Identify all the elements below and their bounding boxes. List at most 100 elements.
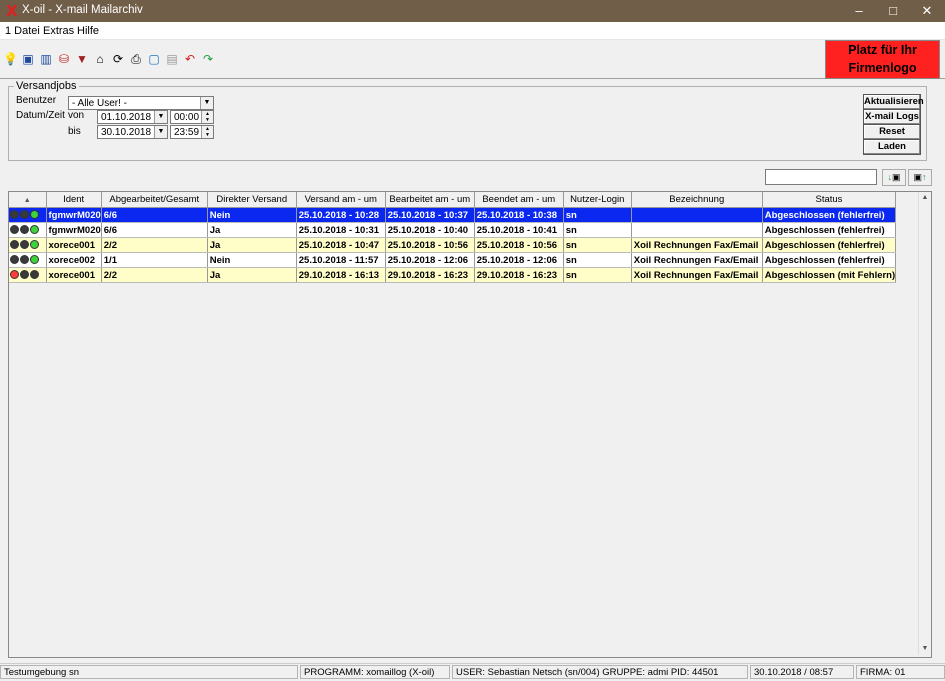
menu-extras[interactable]: Extras bbox=[43, 25, 74, 37]
table-cell: Abgeschlossen (fehlerfrei) bbox=[762, 237, 897, 253]
chevron-down-icon[interactable]: ▼ bbox=[154, 126, 167, 138]
status-env: Testumgebung sn bbox=[0, 665, 298, 679]
status-program: PROGRAMM: xomaillog (X-oil) bbox=[300, 665, 450, 679]
light-dot bbox=[10, 255, 19, 265]
group-title: Versandjobs bbox=[14, 80, 79, 92]
find-next-button[interactable]: ↓▣ bbox=[882, 169, 906, 186]
comment-icon[interactable]: ▣ bbox=[21, 52, 35, 66]
app-logo-icon: X bbox=[6, 2, 18, 20]
maximize-button[interactable]: □ bbox=[876, 0, 910, 22]
from-label: von bbox=[68, 110, 85, 121]
table-cell: 25.10.2018 - 10:38 bbox=[474, 207, 564, 223]
save-icon[interactable]: ▤ bbox=[165, 52, 179, 66]
table-row[interactable]: fgmwrM020 6/6 Nein 25.10.2018 - 10:28 25.10.… bbox=[9, 207, 897, 223]
refresh-button[interactable]: Aktualisieren bbox=[863, 94, 924, 110]
table-cell: 25.10.2018 - 10:28 bbox=[296, 207, 386, 223]
to-date-field[interactable]: 30.10.2018 ▼ bbox=[97, 125, 168, 139]
column-header[interactable]: Status bbox=[762, 192, 897, 208]
table-row[interactable]: xorece001 2/2 Ja 25.10.2018 - 10:47 25.10.20… bbox=[9, 237, 897, 253]
user-select-value: - Alle User! - bbox=[72, 98, 128, 109]
window-title: X-oil - X-mail Mailarchiv bbox=[22, 4, 143, 16]
table-cell: 25.10.2018 - 10:56 bbox=[385, 237, 475, 253]
table-cell: sn bbox=[563, 267, 632, 283]
from-date-field[interactable]: 01.10.2018 ▼ bbox=[97, 110, 168, 124]
sync-icon[interactable]: ⟳ bbox=[111, 52, 125, 66]
light-dot bbox=[20, 225, 29, 235]
table-cell: fgmwrM020 bbox=[46, 222, 102, 238]
column-header[interactable]: Ident bbox=[46, 192, 102, 208]
logo-line-2: Firmenlogo bbox=[848, 61, 917, 75]
search-input[interactable] bbox=[765, 169, 877, 185]
from-time-field[interactable]: 00:00 ▲ ▼ bbox=[170, 110, 214, 124]
to-time-field[interactable]: 23:59 ▲ ▼ bbox=[170, 125, 214, 139]
light-dot bbox=[10, 240, 19, 250]
chevron-down-icon[interactable]: ▼ bbox=[200, 97, 213, 109]
title-bar: X X-oil - X-mail Mailarchiv – □ ✕ bbox=[0, 0, 945, 22]
table-row[interactable]: xorece002 1/1 Nein 25.10.2018 - 11:57 25.10.… bbox=[9, 252, 897, 268]
lightbulb-icon[interactable]: 💡 bbox=[3, 52, 18, 66]
status-firma: FIRMA: 01 bbox=[856, 665, 945, 679]
from-time-value: 00:00 bbox=[174, 112, 200, 123]
table-cell: xorece001 bbox=[46, 237, 102, 253]
to-label: bis bbox=[68, 126, 81, 137]
minimize-button[interactable]: – bbox=[842, 0, 876, 22]
window-icon[interactable]: ▢ bbox=[147, 52, 161, 66]
sort-column-header[interactable]: ▲ bbox=[9, 192, 47, 208]
undo-icon[interactable]: ↶ bbox=[183, 52, 197, 66]
spin-icon[interactable]: ▲ ▼ bbox=[201, 111, 213, 123]
scroll-down-icon[interactable]: ▼ bbox=[919, 643, 931, 655]
table-cell: 25.10.2018 - 10:31 bbox=[296, 222, 386, 238]
reset-button[interactable]: Reset bbox=[863, 124, 921, 140]
column-header[interactable]: Bezeichnung bbox=[631, 192, 763, 208]
binoculars-icon: ▣ bbox=[891, 172, 901, 182]
book-icon[interactable]: ▥ bbox=[39, 52, 53, 66]
column-header[interactable]: Direkter Versand bbox=[207, 192, 297, 208]
database-icon[interactable]: ⛁ bbox=[57, 52, 71, 66]
table-cell: 6/6 bbox=[101, 222, 208, 238]
table-cell: 6/6 bbox=[101, 207, 208, 223]
light-dot bbox=[30, 255, 39, 265]
table-cell: Xoil Rechnungen Fax/Email bbox=[631, 252, 763, 268]
menu-hilfe[interactable]: Hilfe bbox=[77, 25, 99, 37]
redo-icon[interactable]: ↷ bbox=[201, 52, 215, 66]
light-dot bbox=[20, 210, 29, 220]
traffic-light-icon bbox=[9, 267, 47, 283]
table-cell: Nein bbox=[207, 252, 297, 268]
toolbar: 💡 ▣ ▥ ⛁ ▼ ⌂ ⟳ ⎙ ▢ ▤ ↶ ↷ Platz für Ihr Fi… bbox=[0, 40, 945, 79]
table-cell: fgmwrM020 bbox=[46, 207, 102, 223]
chevron-down-icon[interactable]: ▼ bbox=[154, 111, 167, 123]
table-cell: 25.10.2018 - 10:37 bbox=[385, 207, 475, 223]
close-button[interactable]: ✕ bbox=[910, 0, 944, 22]
column-header[interactable]: Versand am - um bbox=[296, 192, 386, 208]
to-date-value: 30.10.2018 bbox=[101, 127, 152, 138]
find-prev-button[interactable]: ▣↑ bbox=[908, 169, 932, 186]
table-cell: Abgeschlossen (fehlerfrei) bbox=[762, 222, 897, 238]
traffic-light-icon bbox=[9, 222, 47, 238]
column-header[interactable]: Nutzer-Login bbox=[563, 192, 632, 208]
light-dot bbox=[30, 210, 39, 220]
menu-datei[interactable]: 1 Datei bbox=[5, 25, 40, 37]
table-cell: sn bbox=[563, 252, 632, 268]
column-header[interactable]: Abgearbeitet/Gesamt bbox=[101, 192, 208, 208]
scroll-up-icon[interactable]: ▲ bbox=[919, 192, 931, 204]
column-header[interactable]: Beendet am - um bbox=[474, 192, 564, 208]
table-cell: 25.10.2018 - 10:41 bbox=[474, 222, 564, 238]
table-cell: 25.10.2018 - 11:57 bbox=[296, 252, 386, 268]
traffic-light-icon bbox=[9, 237, 47, 253]
jobs-table[interactable]: ▲ Ident Abgearbeitet/Gesamt Direkter Ver… bbox=[8, 191, 932, 658]
filter-icon[interactable]: ▼ bbox=[75, 52, 89, 66]
column-header[interactable]: Bearbeitet am - um bbox=[385, 192, 475, 208]
home-icon[interactable]: ⌂ bbox=[93, 52, 107, 66]
print-icon[interactable]: ⎙ bbox=[129, 52, 143, 66]
table-cell: 25.10.2018 - 10:56 bbox=[474, 237, 564, 253]
xmail-logs-button[interactable]: X-mail Logs bbox=[863, 109, 921, 125]
table-row[interactable]: fgmwrM020 6/6 Ja 25.10.2018 - 10:31 25.10.20… bbox=[9, 222, 897, 238]
table-cell: Nein bbox=[207, 207, 297, 223]
user-select[interactable]: - Alle User! - ▼ bbox=[68, 96, 214, 110]
table-row[interactable]: xorece001 2/2 Ja 29.10.2018 - 16:13 29.10.20… bbox=[9, 267, 897, 283]
spin-icon[interactable]: ▲ ▼ bbox=[201, 126, 213, 138]
jobs-grid: ▲ Ident Abgearbeitet/Gesamt Direkter Ver… bbox=[9, 192, 897, 283]
table-cell: Ja bbox=[207, 267, 297, 283]
vertical-scrollbar[interactable]: ▲ ▼ bbox=[918, 192, 931, 655]
load-button[interactable]: Laden bbox=[863, 139, 921, 155]
